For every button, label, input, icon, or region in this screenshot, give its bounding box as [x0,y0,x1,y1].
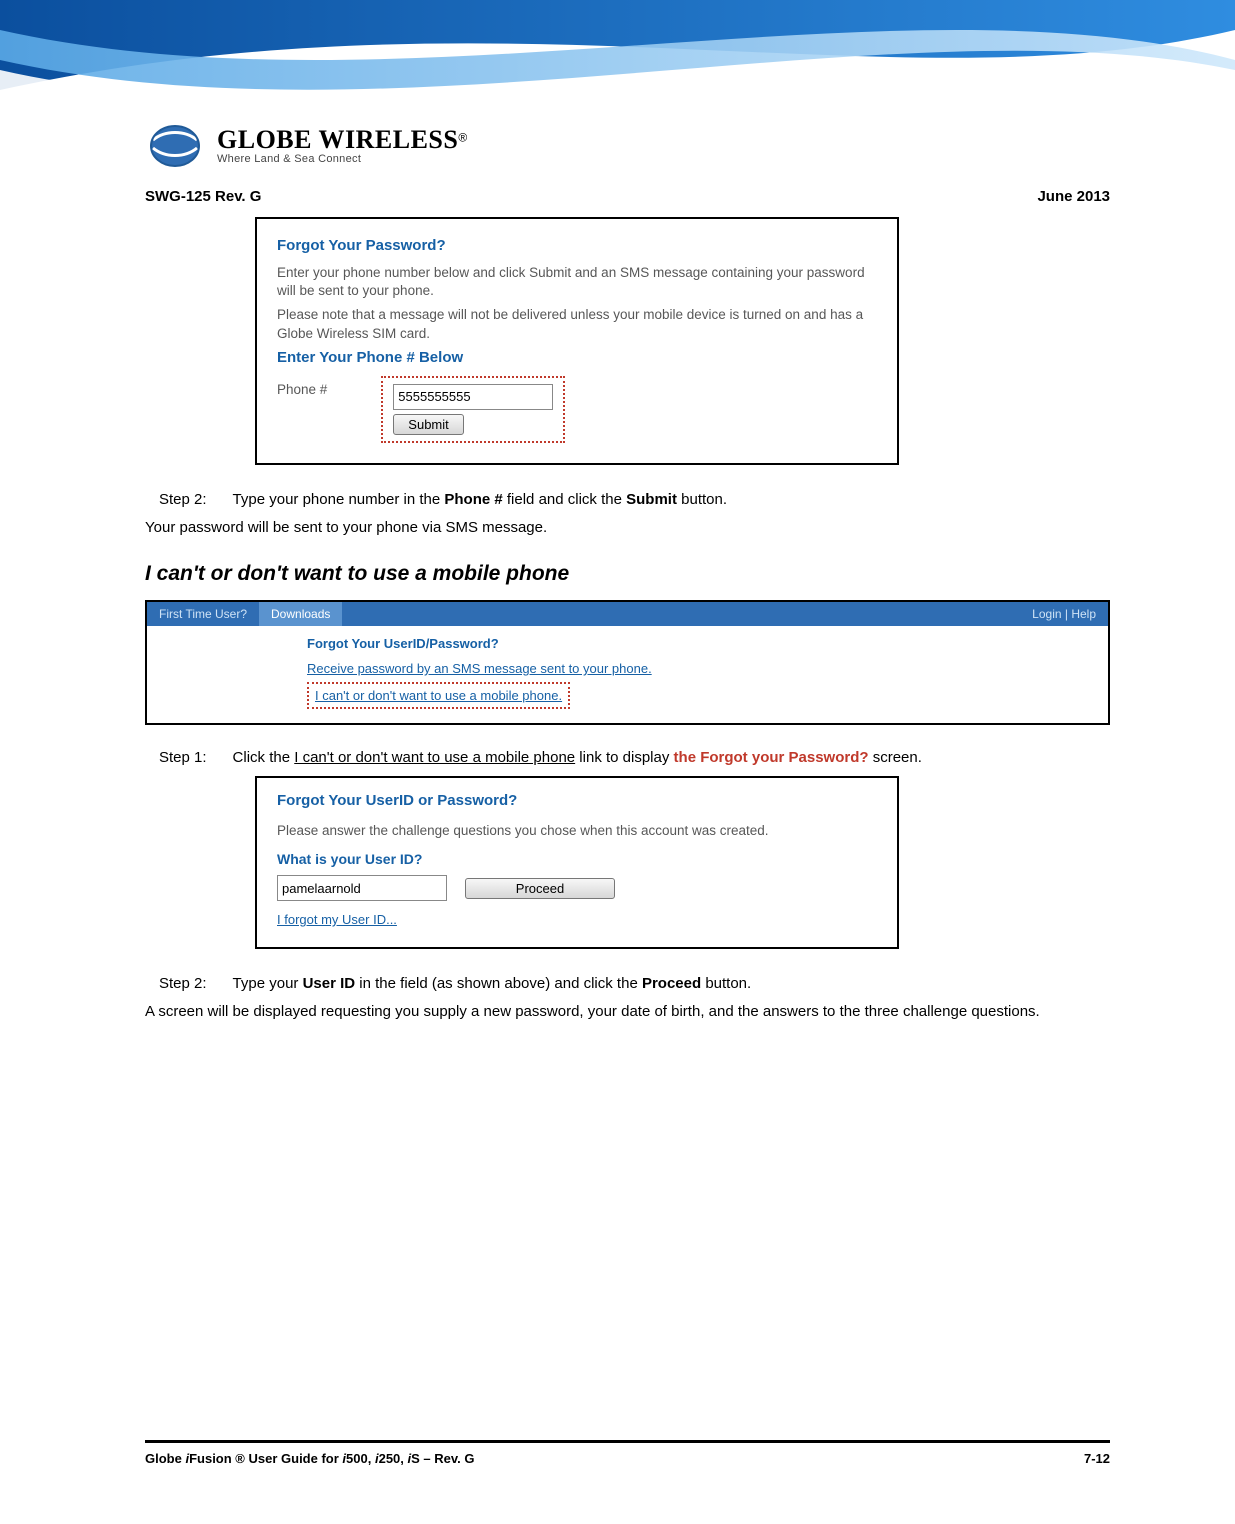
header-wave-graphic [0,0,1235,140]
forgot-password-instruction-2: Please note that a message will not be d… [277,306,877,342]
user-id-input[interactable] [277,875,447,901]
tab-first-time-user[interactable]: First Time User? [147,602,259,626]
tabs-right-links[interactable]: Login | Help [1020,602,1108,626]
step-label: Step 2: [159,491,207,508]
globe-logo-icon [145,120,205,170]
step-text: Click the I can't or don't want to use a… [233,749,1110,766]
brand-reg-mark: ® [458,131,467,145]
forgot-password-title: Forgot Your Password? [277,237,877,254]
brand-logo-block: GLOBE WIRELESS® Where Land & Sea Connect [145,120,1110,170]
forgot-userid-heading: Forgot Your UserID/Password? [307,636,1108,651]
no-mobile-link-highlight: I can't or don't want to use a mobile ph… [307,682,570,709]
forgot-password-screenshot: Forgot Your Password? Enter your phone n… [255,217,899,465]
phone-input-highlight: Submit [381,376,565,443]
doc-date: June 2013 [1037,188,1110,205]
final-paragraph: A screen will be displayed requesting yo… [145,1002,1110,1022]
step-2-phone: Step 2: Type your phone number in the Ph… [159,491,1110,508]
tab-downloads[interactable]: Downloads [259,602,342,626]
enter-phone-heading: Enter Your Phone # Below [277,349,877,366]
footer-left: Globe iFusion ® User Guide for i500, i25… [145,1451,474,1466]
step-1-no-mobile: Step 1: Click the I can't or don't want … [159,749,1110,766]
step-label: Step 2: [159,975,207,992]
phone-number-input[interactable] [393,384,553,410]
step-2-userid: Step 2: Type your User ID in the field (… [159,975,1110,992]
page-footer: Globe iFusion ® User Guide for i500, i25… [145,1440,1110,1466]
password-sent-paragraph: Your password will be sent to your phone… [145,518,1110,538]
forgot-password-instruction-1: Enter your phone number below and click … [277,264,877,300]
login-tabs-screenshot: First Time User? Downloads Login | Help … [145,600,1110,725]
section-heading-no-mobile: I can't or don't want to use a mobile ph… [145,562,1110,586]
step-text: Type your phone number in the Phone # fi… [233,491,1110,508]
document-page: GLOBE WIRELESS® Where Land & Sea Connect… [0,0,1235,1524]
forgot-user-id-link[interactable]: I forgot my User ID... [277,912,397,927]
step-text: Type your User ID in the field (as shown… [233,975,1110,992]
forgot-userid-screenshot: Forgot Your UserID or Password? Please a… [255,776,899,949]
user-id-question: What is your User ID? [277,851,877,867]
challenge-instruction: Please answer the challenge questions yo… [277,823,877,838]
doc-revision: SWG-125 Rev. G [145,188,261,205]
phone-number-label: Phone # [277,376,327,397]
footer-page-number: 7-12 [1084,1451,1110,1466]
sms-password-link[interactable]: Receive password by an SMS message sent … [307,661,652,676]
no-mobile-link[interactable]: I can't or don't want to use a mobile ph… [315,688,562,703]
proceed-button[interactable]: Proceed [465,878,615,899]
brand-name: GLOBE WIRELESS [217,125,458,154]
submit-button[interactable]: Submit [393,414,463,435]
forgot-userid-title: Forgot Your UserID or Password? [277,792,877,809]
step-label: Step 1: [159,749,207,766]
